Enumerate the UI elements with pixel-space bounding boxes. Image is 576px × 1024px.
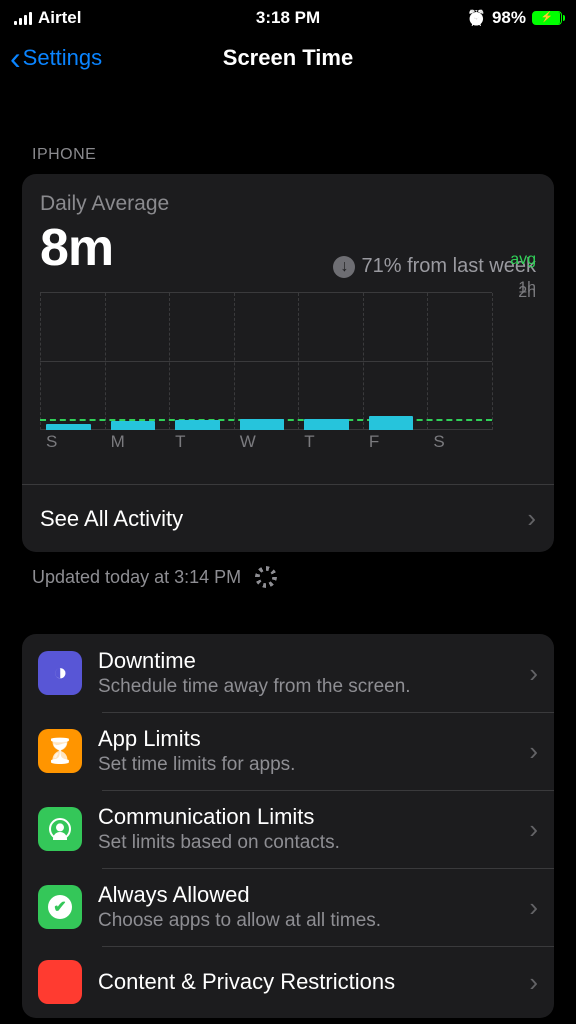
weekly-usage-chart[interactable]: 2h 1h avg SMTWTFS [40,292,536,454]
daily-average-card: Daily Average 8m ↓ 71% from last week [22,174,554,552]
see-all-activity[interactable]: See All Activity › [22,485,554,552]
chevron-right-icon: › [529,892,538,923]
x-tick: S [427,432,492,454]
contact-icon [38,807,82,851]
x-tick: F [363,432,428,454]
x-tick: T [169,432,234,454]
menu-subtitle: Choose apps to allow at all times. [98,910,513,932]
menu-item-content-privacy-restrictions[interactable]: Content & Privacy Restrictions › [22,946,554,1018]
updated-row: Updated today at 3:14 PM [22,552,554,588]
downtime-icon [38,651,82,695]
bar-f-5 [369,416,414,430]
arrow-down-icon: ↓ [333,256,355,278]
updated-text: Updated today at 3:14 PM [32,567,241,588]
signal-icon [14,11,32,25]
status-bar: Airtel 3:18 PM 98% ⚡ [0,0,576,32]
menu-item-downtime[interactable]: DowntimeSchedule time away from the scre… [22,634,554,712]
bar-t-4 [304,419,349,430]
nav-bar: ‹ Settings Screen Time [0,32,576,84]
menu-title: App Limits [98,726,513,752]
menu-title: Downtime [98,648,513,674]
chevron-right-icon: › [529,736,538,767]
chevron-right-icon: › [527,503,536,534]
see-all-label: See All Activity [40,506,183,532]
menu-subtitle: Schedule time away from the screen. [98,676,513,698]
chevron-right-icon: › [529,658,538,689]
page-title: Screen Time [0,45,576,71]
y-tick-1h: 1h [518,279,536,297]
menu-subtitle: Set time limits for apps. [98,754,513,776]
menu-title: Always Allowed [98,882,513,908]
battery-percent: 98% [492,8,526,28]
menu-subtitle: Set limits based on contacts. [98,832,513,854]
bar-s-0 [46,424,91,430]
chevron-right-icon: › [529,814,538,845]
menu-item-communication-limits[interactable]: Communication LimitsSet limits based on … [22,790,554,868]
daily-average-label: Daily Average [40,192,536,216]
menu-title: Content & Privacy Restrictions [98,969,513,995]
bar-w-3 [240,419,285,430]
section-header: iPhone [22,146,554,164]
trend: ↓ 71% from last week [333,255,536,278]
hourglass-icon [38,729,82,773]
daily-average-value: 8m [40,218,113,278]
shield-icon [38,960,82,1004]
settings-menu: DowntimeSchedule time away from the scre… [22,634,554,1018]
battery-icon: ⚡ [532,11,562,25]
x-tick: W [234,432,299,454]
x-tick: T [298,432,363,454]
checkmark-icon [38,885,82,929]
menu-item-always-allowed[interactable]: Always AllowedChoose apps to allow at al… [22,868,554,946]
carrier-label: Airtel [38,8,81,28]
bar-t-2 [175,420,220,430]
menu-item-app-limits[interactable]: App LimitsSet time limits for apps. › [22,712,554,790]
chevron-right-icon: › [529,967,538,998]
alarm-icon [467,8,486,28]
avg-label: avg [510,251,536,269]
x-tick: S [40,432,105,454]
menu-title: Communication Limits [98,804,513,830]
x-tick: M [105,432,170,454]
bar-m-1 [111,421,156,430]
spinner-icon [255,566,277,588]
